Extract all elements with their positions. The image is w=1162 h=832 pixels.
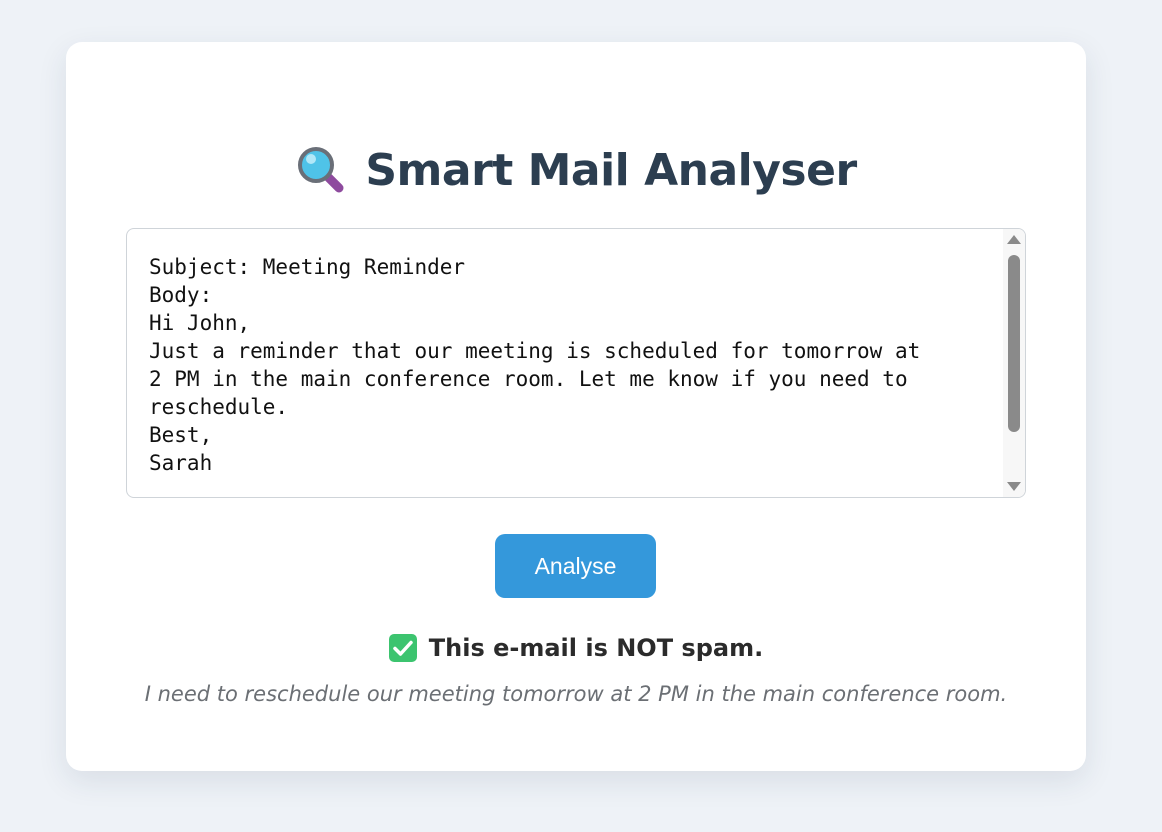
scroll-up-arrow-icon[interactable] — [1007, 235, 1021, 244]
page-title: Smart Mail Analyser — [365, 144, 857, 196]
result-verdict: This e-mail is NOT spam. — [66, 630, 1086, 666]
magnifying-glass-icon — [295, 144, 347, 196]
scroll-thumb[interactable] — [1008, 255, 1020, 432]
analyser-card: Smart Mail Analyser Analyse This e-mail … — [66, 42, 1086, 771]
result-summary: I need to reschedule our meeting tomorro… — [144, 682, 1008, 706]
scroll-down-arrow-icon[interactable] — [1007, 482, 1021, 491]
verdict-text: This e-mail is NOT spam. — [428, 634, 764, 662]
email-input[interactable] — [127, 229, 1005, 497]
textarea-scrollbar[interactable] — [1003, 229, 1025, 497]
header: Smart Mail Analyser — [66, 142, 1086, 198]
analyse-button[interactable]: Analyse — [495, 534, 656, 598]
check-mark-icon — [388, 634, 417, 662]
email-input-container — [126, 228, 1026, 498]
